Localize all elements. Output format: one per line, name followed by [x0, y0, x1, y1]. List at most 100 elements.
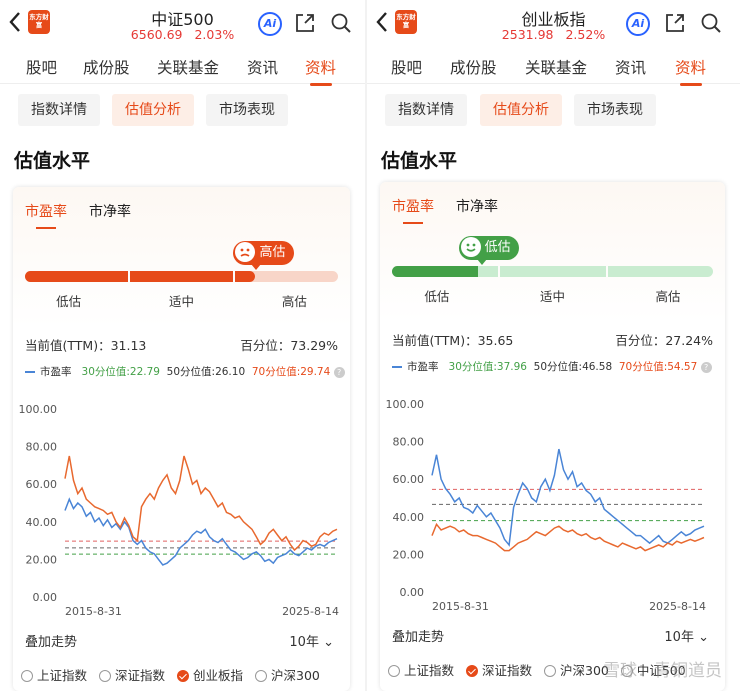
- overlay-label: 叠加走势: [392, 630, 445, 645]
- period-value: 10年: [664, 630, 694, 645]
- valuation-gauge: 低估: [392, 236, 713, 278]
- subtab-market-performance[interactable]: 市场表现: [574, 94, 656, 126]
- x-tick-start: 2015-8-31: [432, 600, 489, 613]
- tab-pe-ratio[interactable]: 市盈率: [25, 201, 67, 229]
- tab-related-funds[interactable]: 关联基金: [157, 56, 219, 78]
- legend-series: 市盈率: [40, 366, 72, 378]
- tab-pb-ratio[interactable]: 市净率: [89, 201, 131, 221]
- index-price: 2531.98: [501, 27, 554, 42]
- index-price: 6560.69: [130, 27, 183, 42]
- chevron-down-icon: ⌄: [323, 635, 334, 650]
- y-tick-label: 0.00: [33, 591, 58, 604]
- subtab-valuation[interactable]: 估值分析: [112, 94, 194, 126]
- gauge-marker: 高估: [233, 241, 294, 270]
- y-tick-label: 20.00: [26, 553, 58, 566]
- x-tick-end: 2025-8-14: [282, 605, 339, 618]
- percentile: 百分位：73.29%: [240, 335, 338, 354]
- ai-icon[interactable]: Ai: [258, 12, 282, 36]
- index-change: 2.03%: [194, 27, 235, 42]
- overlay-row: 叠加走势 10年 ⌄: [392, 626, 713, 645]
- legend-p50: 50分位值:46.58: [533, 361, 613, 373]
- percentile: 百分位：27.24%: [615, 330, 713, 349]
- subtab-index-detail[interactable]: 指数详情: [385, 94, 467, 126]
- gauge-segment-low: [392, 266, 498, 277]
- y-tick-label: 20.00: [393, 548, 425, 561]
- share-icon[interactable]: [664, 12, 686, 34]
- checkbox-sse[interactable]: 上证指数: [21, 665, 87, 684]
- main-tabs: 股吧 成份股 关联基金 资讯 资料: [367, 50, 740, 86]
- checkbox-chinext[interactable]: 创业板指: [177, 665, 243, 684]
- gauge-label-low: 低估: [424, 289, 450, 304]
- watermark: 雪球：青铜道员: [603, 661, 722, 681]
- legend-p70: 70分位值:29.74: [251, 366, 331, 378]
- legend-p30: 30分位值:37.96: [448, 361, 527, 373]
- y-tick-label: 0.00: [400, 586, 425, 599]
- tab-related-funds[interactable]: 关联基金: [525, 56, 587, 78]
- overlay-row: 叠加走势 10年 ⌄: [25, 631, 338, 650]
- series-line: [431, 522, 705, 552]
- tab-profile[interactable]: 资料: [305, 56, 336, 86]
- sad-face-icon: [235, 241, 256, 262]
- current-value: 当前值(TTM)：35.65: [392, 333, 514, 348]
- happy-face-icon: [460, 236, 481, 257]
- gauge-labels: 低估 适中 高估: [380, 286, 725, 304]
- y-tick-label: 80.00: [26, 441, 58, 454]
- tab-guba[interactable]: 股吧: [391, 56, 422, 78]
- y-tick-label: 80.00: [393, 436, 425, 449]
- search-icon[interactable]: [700, 12, 722, 34]
- subtab-market-performance[interactable]: 市场表现: [206, 94, 288, 126]
- subtab-index-detail[interactable]: 指数详情: [18, 94, 100, 126]
- tab-guba[interactable]: 股吧: [26, 56, 57, 78]
- overlay-checkboxes: 上证指数 深证指数 创业板指 沪深300: [21, 665, 350, 684]
- help-icon[interactable]: ?: [333, 366, 345, 378]
- help-icon[interactable]: ?: [700, 361, 712, 373]
- tab-news[interactable]: 资讯: [247, 56, 278, 78]
- overlay-label: 叠加走势: [25, 635, 78, 650]
- gauge-segment-mid: [499, 266, 606, 277]
- period-select[interactable]: 10年 ⌄: [664, 626, 709, 645]
- pe-chart: 100.00 80.00 60.00 40.00 20.00 0.00 2015-8-31 2…: [19, 403, 340, 618]
- legend-p50: 50分位值:26.10: [166, 366, 246, 378]
- tab-constituents[interactable]: 成份股: [450, 56, 497, 78]
- gauge-segment-low: [25, 271, 129, 282]
- pe-chart: 100.00 80.00 60.00 40.00 20.00 0.00 2015-8-31 2…: [386, 398, 707, 613]
- valuation-stats: 当前值(TTM)：35.65 百分位：27.24%: [392, 330, 713, 349]
- tab-profile[interactable]: 资料: [675, 56, 706, 86]
- y-tick-label: 100.00: [19, 403, 58, 416]
- percentile-value: 73.29%: [290, 338, 338, 353]
- gauge-label-mid: 适中: [539, 289, 565, 304]
- right-panel: 东方财富 创业板指 2531.98 2.52% Ai 股吧 成份股 关联基金 资…: [367, 0, 740, 691]
- gauge-segment-mid: [130, 271, 234, 282]
- header: 东方财富 创业板指 2531.98 2.52% Ai: [367, 0, 740, 46]
- checkbox-csi300[interactable]: 沪深300: [544, 660, 609, 679]
- ai-icon[interactable]: Ai: [626, 12, 650, 36]
- share-icon[interactable]: [294, 12, 316, 34]
- checkbox-sse[interactable]: 上证指数: [388, 660, 454, 679]
- gauge-label-mid: 适中: [168, 294, 194, 309]
- gauge-label-high: 高估: [281, 294, 307, 309]
- checkbox-csi300[interactable]: 沪深300: [255, 665, 320, 684]
- checkbox-szse[interactable]: 深证指数: [99, 665, 165, 684]
- tab-pb-ratio[interactable]: 市净率: [456, 196, 498, 216]
- legend-line-icon: [25, 371, 35, 373]
- section-title: 估值水平: [14, 150, 91, 172]
- tab-news[interactable]: 资讯: [615, 56, 646, 78]
- current-value: 当前值(TTM)：31.13: [25, 338, 147, 353]
- series-line: [64, 455, 338, 552]
- chart-legend: 市盈率 30分位值:22.79 50分位值:26.10 70分位值:29.74 …: [25, 364, 346, 379]
- subtab-valuation[interactable]: 估值分析: [480, 94, 562, 126]
- search-icon[interactable]: [330, 12, 352, 34]
- y-tick-label: 60.00: [26, 478, 58, 491]
- legend-p30: 30分位值:22.79: [81, 366, 160, 378]
- gauge-marker: 低估: [458, 236, 519, 265]
- tab-pe-ratio[interactable]: 市盈率: [392, 196, 434, 224]
- legend-line-icon: [392, 366, 402, 368]
- checkbox-szse[interactable]: 深证指数: [466, 660, 532, 679]
- series-line: [431, 448, 705, 547]
- gauge-segment-high: [607, 266, 713, 277]
- tab-constituents[interactable]: 成份股: [83, 56, 130, 78]
- y-tick-label: 60.00: [393, 473, 425, 486]
- valuation-gauge: 高估: [25, 241, 338, 283]
- period-value: 10年: [289, 635, 319, 650]
- period-select[interactable]: 10年 ⌄: [289, 631, 334, 650]
